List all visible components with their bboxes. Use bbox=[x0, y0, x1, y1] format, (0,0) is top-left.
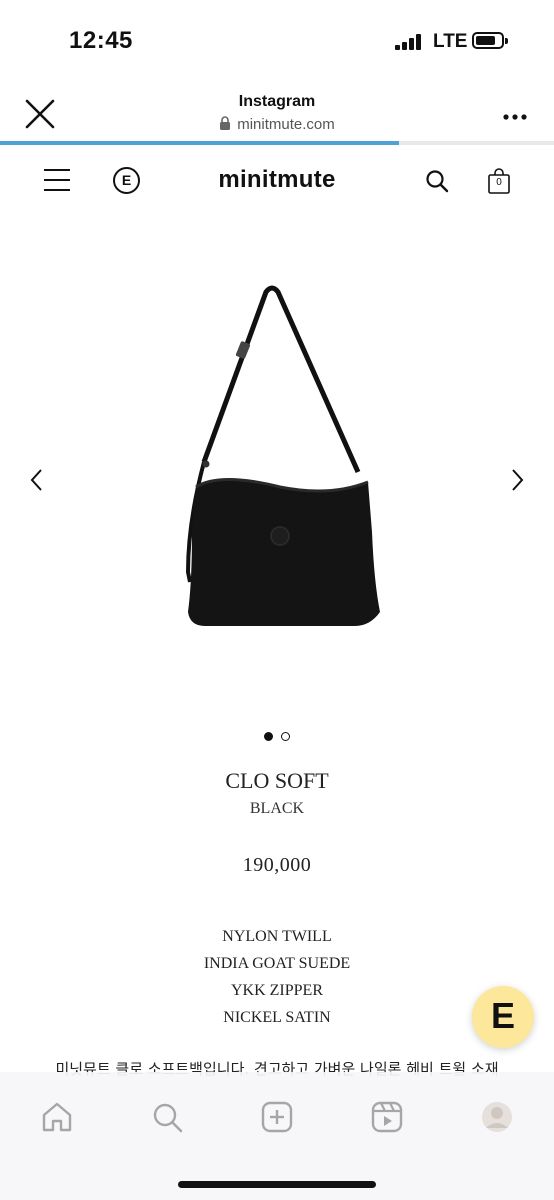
product-image[interactable] bbox=[180, 282, 380, 632]
site-nav: E minitmute 0 bbox=[0, 150, 554, 212]
product-image-carousel[interactable] bbox=[0, 212, 554, 712]
home-icon bbox=[42, 1102, 72, 1132]
cart-button[interactable]: 0 bbox=[487, 167, 511, 195]
carousel-pagination bbox=[0, 728, 554, 741]
carousel-dot[interactable] bbox=[264, 732, 273, 741]
battery-icon bbox=[472, 32, 508, 49]
tab-home[interactable] bbox=[40, 1100, 74, 1134]
create-icon bbox=[261, 1101, 293, 1133]
page-load-progress-fill bbox=[0, 141, 399, 145]
search-icon bbox=[426, 170, 449, 193]
carousel-dot[interactable] bbox=[281, 732, 290, 741]
chevron-right-icon bbox=[512, 469, 524, 491]
more-options-button[interactable] bbox=[502, 108, 528, 120]
signal-icon bbox=[395, 34, 423, 50]
battery-level bbox=[476, 36, 496, 45]
browser-header: Instagram minitmute.com bbox=[0, 80, 554, 144]
material-item: YKK ZIPPER bbox=[230, 982, 323, 999]
product-price: 190,000 bbox=[242, 854, 312, 876]
product-name: CLO SOFT bbox=[225, 768, 329, 793]
material-item: INDIA GOAT SUEDE bbox=[203, 955, 351, 972]
profile-avatar-icon bbox=[482, 1102, 512, 1132]
carousel-prev-button[interactable] bbox=[28, 467, 44, 493]
material-item: NYLON TWILL bbox=[222, 928, 332, 945]
network-label: LTE bbox=[433, 31, 468, 52]
more-icon bbox=[503, 114, 527, 120]
carousel-next-button[interactable] bbox=[510, 467, 526, 493]
product-color: BLACK bbox=[249, 800, 305, 817]
tab-create[interactable] bbox=[260, 1100, 294, 1134]
floating-chat-button[interactable]: E bbox=[472, 986, 534, 1048]
lock-icon bbox=[220, 116, 231, 130]
chevron-left-icon bbox=[30, 469, 42, 491]
page-load-progress bbox=[0, 141, 554, 145]
home-indicator bbox=[178, 1181, 376, 1188]
cart-count: 0 bbox=[496, 177, 502, 188]
status-bar: 12:45 LTE bbox=[0, 0, 554, 80]
tab-reels[interactable] bbox=[370, 1100, 404, 1134]
tab-profile[interactable] bbox=[480, 1100, 514, 1134]
site-logo[interactable]: minitmute bbox=[0, 166, 554, 194]
material-item: NICKEL SATIN bbox=[223, 1009, 331, 1026]
floating-chat-label: E bbox=[490, 995, 515, 1036]
tab-search[interactable] bbox=[150, 1100, 184, 1134]
browser-url: minitmute.com bbox=[237, 116, 335, 133]
search-icon bbox=[153, 1103, 183, 1133]
product-materials: NYLON TWILL INDIA GOAT SUEDE YKK ZIPPER … bbox=[0, 926, 554, 1034]
search-button[interactable] bbox=[425, 169, 449, 193]
status-time: 12:45 bbox=[69, 27, 133, 54]
browser-title: Instagram bbox=[238, 93, 316, 110]
browser-url-bar[interactable]: minitmute.com bbox=[0, 116, 554, 133]
reels-icon bbox=[371, 1101, 403, 1133]
